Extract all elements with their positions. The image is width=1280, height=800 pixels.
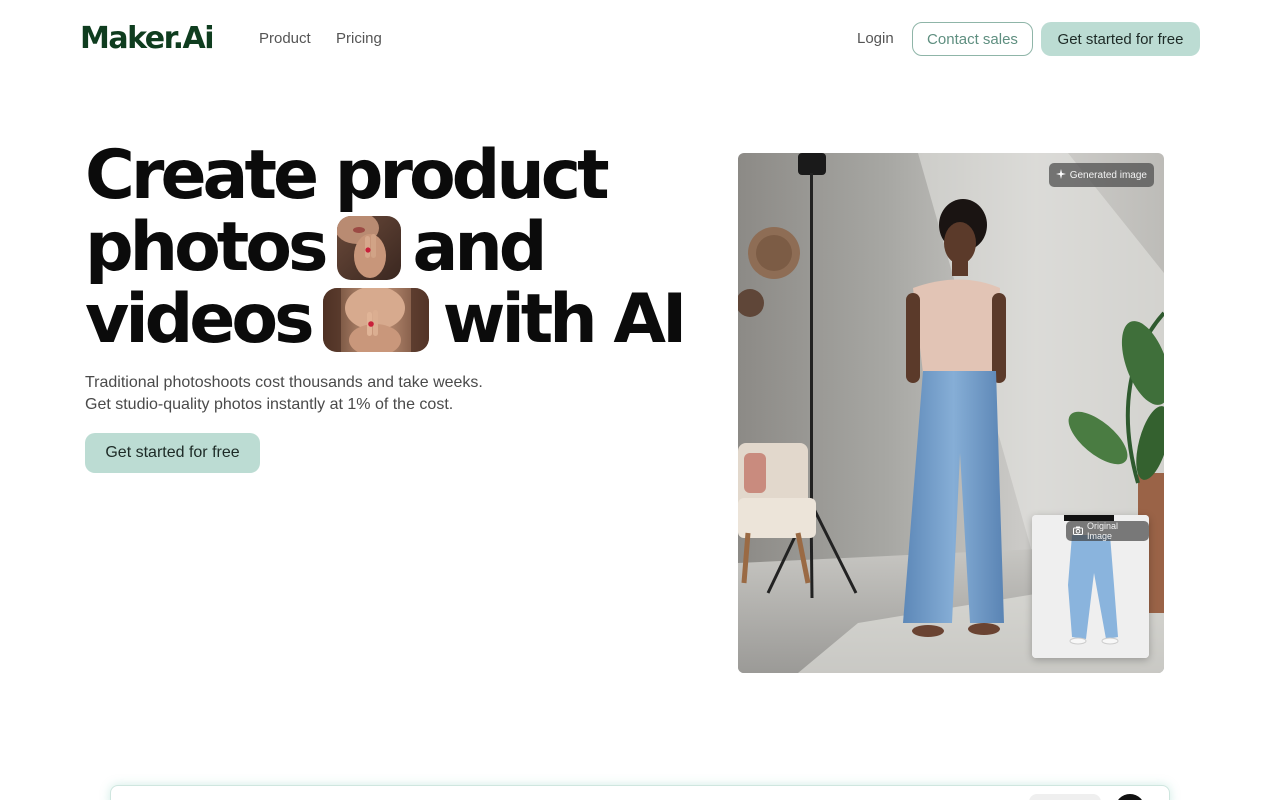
subtitle-line-1: Traditional photoshoots cost thousands a… (85, 374, 483, 391)
headline-line-2: photos and (85, 212, 685, 284)
subtitle-line-2: Get studio-quality photos instantly at 1… (85, 396, 454, 413)
generated-image-badge: Generated image (1048, 163, 1154, 187)
demo-panel-avatar[interactable] (1115, 794, 1145, 800)
headline-text-photos: photos (85, 208, 328, 287)
demo-panel (110, 785, 1170, 800)
headline-line-1: Create product (85, 140, 685, 212)
nav-link-product[interactable]: Product (259, 30, 311, 48)
headline-line-3: videos with AI (85, 280, 688, 359)
logo[interactable]: Maker.Ai (80, 22, 215, 56)
hero-subtitle: Traditional photoshoots cost thousands a… (85, 372, 483, 416)
headline-text-videos: videos (85, 280, 315, 359)
ring-hand-video-thumbnail (322, 288, 429, 352)
ring-hand-thumbnail (336, 216, 401, 280)
headline-text-create-product: Create product (85, 136, 610, 215)
sparkle-icon (1055, 168, 1066, 182)
camera-icon (1073, 526, 1083, 537)
generated-model-photo: Generated image Original Image (738, 153, 1164, 673)
original-image-badge: Original Image (1066, 521, 1149, 541)
nav-get-started-button[interactable]: Get started for free (1041, 22, 1200, 56)
hero-get-started-button[interactable]: Get started for free (85, 433, 260, 473)
headline-text-with-ai: with AI (442, 280, 688, 359)
contact-sales-button[interactable]: Contact sales (912, 22, 1033, 56)
top-nav: Maker.Ai Product Pricing Login Contact s… (0, 0, 1280, 78)
nav-link-pricing[interactable]: Pricing (336, 30, 382, 48)
hero-headline: Create product photos and videos with AI (85, 140, 688, 359)
original-image-card[interactable]: Original Image (1032, 515, 1149, 658)
original-badge-label: Original Image (1087, 521, 1119, 541)
demo-panel-pill[interactable] (1029, 794, 1101, 800)
generated-badge-label: Generated image (1069, 169, 1147, 181)
headline-text-and: and (412, 208, 548, 287)
login-link[interactable]: Login (857, 30, 894, 48)
